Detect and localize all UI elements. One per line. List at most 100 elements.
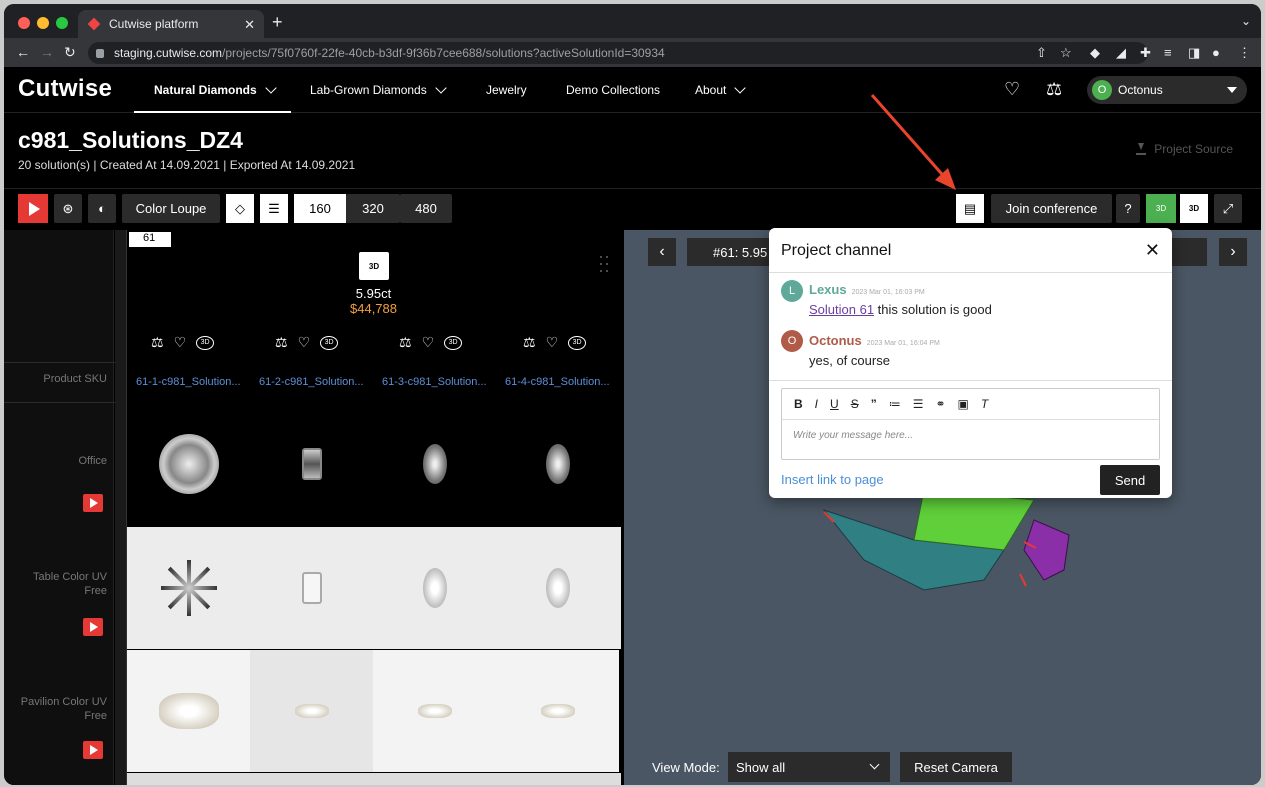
diamond-view-button[interactable]: ◇ <box>226 194 254 223</box>
reload-icon[interactable]: ↻ <box>64 44 76 61</box>
color-loupe-button[interactable]: Color Loupe <box>122 194 220 223</box>
compare-scales-icon[interactable]: ⚖ <box>151 334 164 351</box>
bullet-list-icon[interactable]: ☰ <box>913 397 924 411</box>
forward-icon[interactable]: → <box>40 44 54 60</box>
help-button[interactable]: ? <box>1116 194 1140 223</box>
3d-icon[interactable]: 3D <box>444 335 463 350</box>
office-image-1[interactable] <box>127 403 250 525</box>
maximize-window-button[interactable] <box>56 17 68 29</box>
pavilion-color-play-button[interactable] <box>83 741 103 759</box>
pavilion-color-image-1[interactable] <box>127 650 250 772</box>
table-color-play-button[interactable] <box>83 618 103 636</box>
image-icon[interactable]: ▣ <box>958 397 969 411</box>
reset-camera-button[interactable]: Reset Camera <box>900 752 1012 782</box>
3d-view-toggle[interactable]: 3D <box>1146 194 1176 223</box>
close-icon[interactable]: ✕ <box>1145 240 1160 261</box>
table-color-image-2[interactable] <box>250 527 373 649</box>
office-image-2[interactable] <box>250 403 373 525</box>
heart-icon[interactable]: ♡ <box>298 334 311 351</box>
contrast-button[interactable]: ◐ <box>88 194 116 223</box>
heart-icon[interactable]: ♡ <box>422 334 435 351</box>
solution-link[interactable]: Solution 61 <box>809 302 874 317</box>
share-icon[interactable]: ⇧ <box>1036 45 1047 61</box>
sku-link[interactable]: 61-4-c981_Solution... <box>505 376 610 388</box>
3d-icon[interactable]: 3D <box>196 335 215 350</box>
list-view-button[interactable]: ☰ <box>260 194 288 223</box>
user-menu[interactable]: O Octonus <box>1087 76 1247 104</box>
extension-2-icon[interactable]: ◢ <box>1116 45 1126 61</box>
next-solution-button[interactable]: › <box>1219 238 1247 266</box>
compare-scales-icon[interactable]: ⚖ <box>1046 79 1062 100</box>
extension-icon[interactable]: ◆ <box>1090 45 1100 61</box>
close-tab-icon[interactable]: ✕ <box>244 17 255 33</box>
play-button[interactable] <box>18 194 48 223</box>
quote-icon[interactable]: ” <box>871 397 877 411</box>
ordered-list-icon[interactable]: ≔ <box>889 397 901 411</box>
favorites-heart-icon[interactable]: ♡ <box>1004 79 1020 100</box>
aperture-button[interactable]: ⊛ <box>54 194 82 223</box>
italic-icon[interactable]: I <box>815 397 818 411</box>
sku-link[interactable]: 61-3-c981_Solution... <box>382 376 487 388</box>
pavilion-color-image-4[interactable] <box>496 650 619 772</box>
heart-icon[interactable]: ♡ <box>174 334 187 351</box>
size-480-button[interactable]: 480 <box>400 194 452 223</box>
pavilion-color-image-3[interactable] <box>373 650 496 772</box>
bookmark-star-icon[interactable]: ☆ <box>1060 45 1072 61</box>
project-channel-button[interactable]: ▤ <box>956 194 984 223</box>
nav-demo-collections[interactable]: Demo Collections <box>566 83 660 97</box>
horizontal-scrollbar[interactable] <box>127 773 621 785</box>
compare-scales-icon[interactable]: ⚖ <box>399 334 412 351</box>
insert-link-button[interactable]: Insert link to page <box>781 472 884 487</box>
compare-scales-icon[interactable]: ⚖ <box>275 334 288 351</box>
heart-icon[interactable]: ♡ <box>546 334 559 351</box>
browser-tab[interactable]: Cutwise platform ✕ <box>78 10 264 38</box>
office-image-3[interactable] <box>373 403 496 525</box>
puzzle-icon[interactable]: ✚ <box>1140 45 1151 61</box>
tab-search-icon[interactable]: ⌄ <box>1241 14 1251 28</box>
side-panel-icon[interactable]: ◨ <box>1188 45 1200 61</box>
profile-avatar-icon[interactable]: ● <box>1212 45 1220 60</box>
cutwise-logo[interactable]: Cutwise <box>18 75 112 103</box>
compare-scales-icon[interactable]: ⚖ <box>523 334 536 351</box>
url-field[interactable]: staging.cutwise.com /projects/75f0760f-2… <box>88 42 1148 64</box>
chrome-menu-icon[interactable]: ⋮ <box>1238 45 1251 61</box>
close-window-button[interactable] <box>18 17 30 29</box>
size-160-button[interactable]: 160 <box>294 194 346 223</box>
drag-handle-icon[interactable] <box>600 256 612 274</box>
sku-link[interactable]: 61-1-c981_Solution... <box>136 376 241 388</box>
table-color-image-3[interactable] <box>373 527 496 649</box>
project-source-button[interactable]: Project Source <box>1136 142 1233 156</box>
table-color-image-1[interactable] <box>127 527 250 649</box>
nav-jewelry[interactable]: Jewelry <box>486 83 527 97</box>
back-icon[interactable]: ← <box>16 44 30 60</box>
link-icon[interactable]: ⚭ <box>935 397 945 411</box>
nav-natural-diamonds[interactable]: Natural Diamonds <box>154 82 277 97</box>
strikethrough-icon[interactable]: S <box>851 397 859 411</box>
3d-rotate-button[interactable]: 3D <box>1180 194 1208 223</box>
message-editor[interactable]: B I U S ” ≔ ☰ ⚭ ▣ T Write your message h… <box>781 388 1160 460</box>
message-input[interactable]: Write your message here... <box>782 420 1159 451</box>
bold-icon[interactable]: B <box>794 397 803 411</box>
sku-link[interactable]: 61-2-c981_Solution... <box>259 376 364 388</box>
office-play-button[interactable] <box>83 494 103 512</box>
size-320-button[interactable]: 320 <box>346 194 400 223</box>
send-button[interactable]: Send <box>1100 465 1160 495</box>
table-color-image-4[interactable] <box>496 527 619 649</box>
reading-list-icon[interactable]: ≡ <box>1164 45 1172 60</box>
3d-icon[interactable]: 3D <box>568 335 587 350</box>
new-tab-icon[interactable]: + <box>272 12 283 33</box>
join-conference-button[interactable]: Join conference <box>991 194 1112 223</box>
3d-gem-model[interactable] <box>804 490 1104 610</box>
nav-lab-grown-diamonds[interactable]: Lab-Grown Diamonds <box>310 82 447 97</box>
clear-format-icon[interactable]: T <box>981 397 988 411</box>
solution-3d-button[interactable]: 3D <box>359 252 389 280</box>
prev-solution-button[interactable]: ‹ <box>648 238 676 266</box>
minimize-window-button[interactable] <box>37 17 49 29</box>
fullscreen-button[interactable]: ⤢ <box>1214 194 1242 223</box>
underline-icon[interactable]: U <box>830 397 839 411</box>
office-image-4[interactable] <box>496 403 619 525</box>
3d-icon[interactable]: 3D <box>320 335 339 350</box>
view-mode-select[interactable]: Show all <box>728 752 890 782</box>
pavilion-color-image-2[interactable] <box>250 650 373 772</box>
nav-about[interactable]: About <box>695 82 747 97</box>
